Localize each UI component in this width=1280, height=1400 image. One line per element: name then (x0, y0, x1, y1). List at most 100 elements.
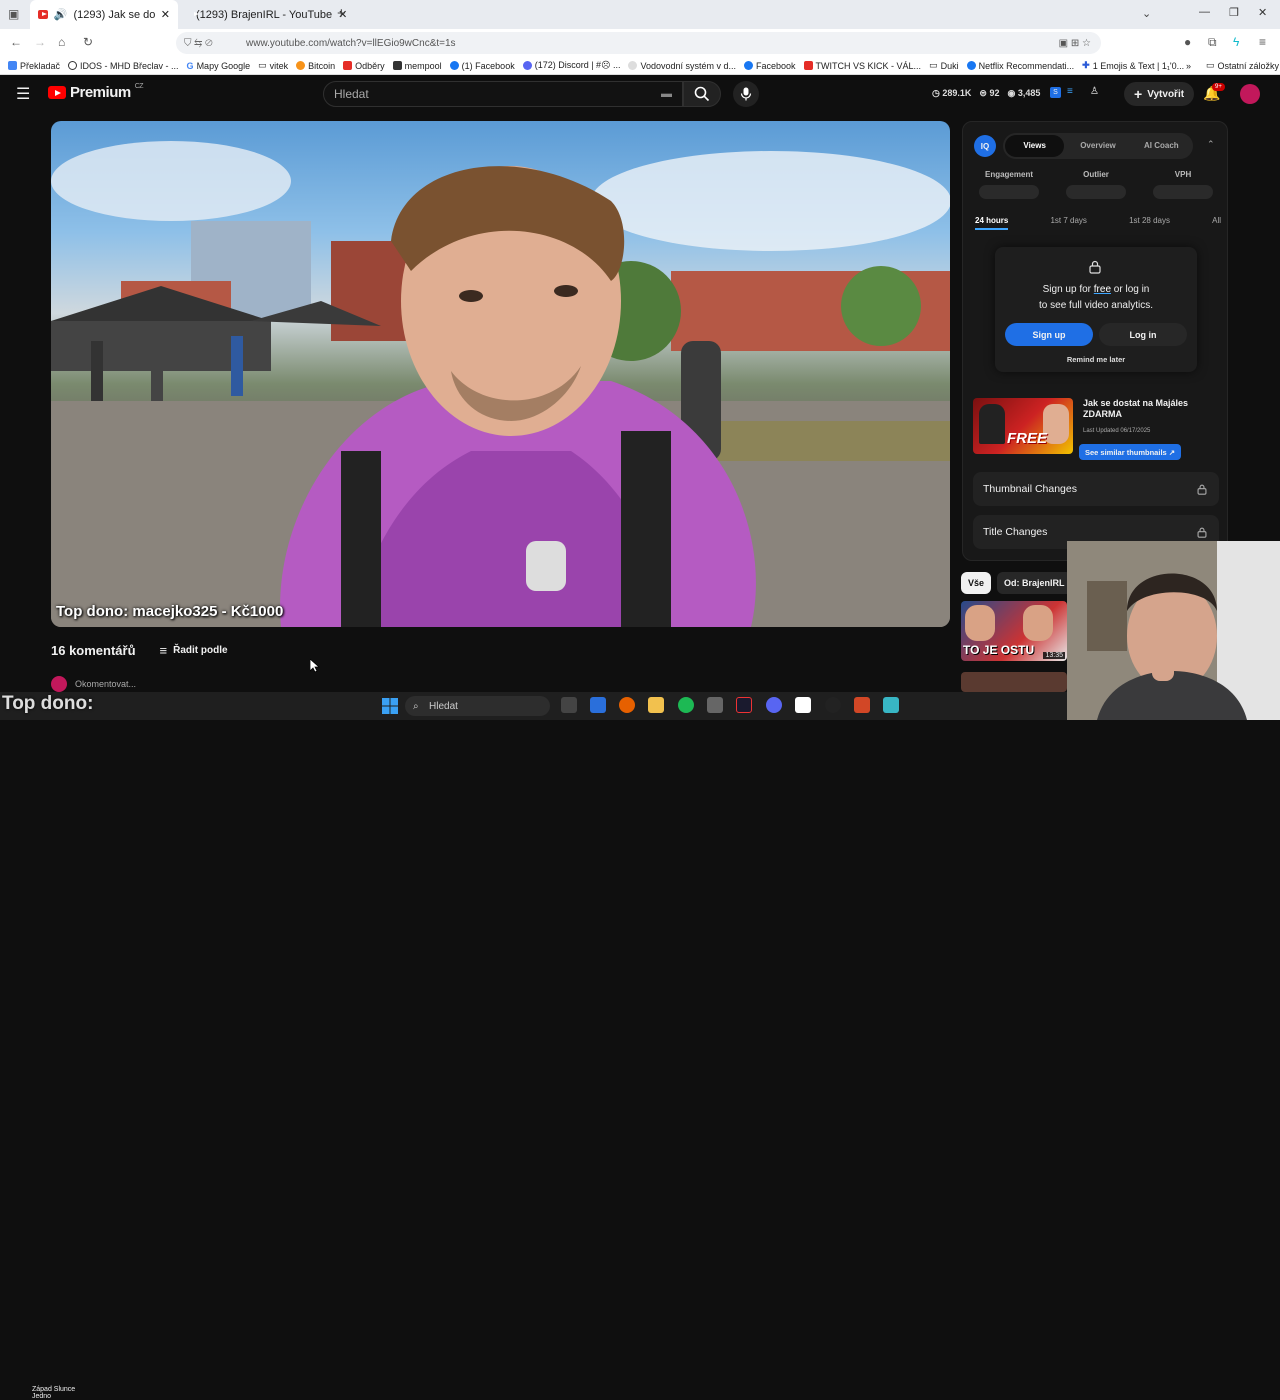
remind-later-link[interactable]: Remind me later (995, 355, 1197, 364)
see-similar-button[interactable]: See similar thumbnails ↗ (1079, 444, 1182, 460)
app-icon[interactable] (825, 697, 841, 713)
recommended-video-thumbnail[interactable] (961, 672, 1067, 692)
folder-icon: ▭ (1206, 60, 1215, 70)
video-frame-image (51, 141, 950, 627)
bookmark-item[interactable]: Překladač (8, 61, 60, 71)
more-bookmarks-icon[interactable]: » (1186, 61, 1191, 71)
app-icon[interactable] (590, 697, 606, 713)
tab-inactive[interactable]: (1293) BrajenIRL - YouTube ✕ (182, 0, 347, 29)
bookmark-item[interactable]: Bitcoin (296, 61, 335, 71)
bookmark-item[interactable]: mempool (392, 61, 442, 71)
bookmark-item[interactable]: Netflix Recommendati... (966, 61, 1074, 71)
search-input[interactable]: Hledat ▬ (323, 81, 683, 107)
bookmark-item[interactable]: G Mapy Google (187, 61, 251, 71)
tab-overview[interactable]: Overview (1068, 135, 1127, 157)
tab-ai-coach[interactable]: AI Coach (1132, 135, 1191, 157)
obs-icon[interactable] (795, 697, 811, 713)
close-window-icon[interactable]: ✕ (1258, 6, 1267, 19)
forward-arrow-icon[interactable]: → (34, 35, 46, 49)
maximize-icon[interactable]: ❐ (1229, 6, 1239, 19)
chip-all[interactable]: Vše (961, 572, 992, 594)
vidiq-logo[interactable]: IQ (974, 135, 996, 157)
list-icon[interactable]: ≡ (1067, 86, 1073, 97)
avatar[interactable] (1240, 84, 1260, 104)
bookmark-item[interactable]: ▭ vitek (258, 60, 288, 71)
video-thumbnail[interactable]: FREE (973, 398, 1073, 454)
bookmark-item[interactable]: IDOS - MHD Břeclav - ... (68, 61, 179, 71)
app-icon[interactable] (736, 697, 752, 713)
signup-prompt: Sign up for free or log in to see full v… (995, 247, 1197, 372)
range-7-days[interactable]: 1st 7 days (1050, 216, 1086, 230)
create-button[interactable]: + Vytvořit (1124, 82, 1195, 106)
bookmark-star-icon[interactable]: ▣ ⊞ ☆ (1059, 38, 1091, 49)
login-button[interactable]: Log in (1099, 323, 1187, 346)
reload-icon[interactable]: ↻ (83, 35, 93, 49)
bookmark-item[interactable]: Vodovodní systém v d... (628, 61, 736, 71)
discord-icon[interactable] (766, 697, 782, 713)
other-bookmarks[interactable]: ▭ Ostatní záložky (1206, 60, 1279, 71)
extension-icon[interactable]: ● (1184, 35, 1191, 49)
tab-overview-icon[interactable]: ▣ (8, 7, 19, 21)
voice-search-button[interactable] (733, 81, 759, 107)
range-28-days[interactable]: 1st 28 days (1129, 216, 1170, 230)
chip-from-channel[interactable]: Od: BrajenIRL (997, 572, 1072, 594)
new-tab-button[interactable]: + (337, 5, 346, 22)
thumbnail-info: FREE Jak se dostat na Majáles ZDARMA Las… (973, 398, 1221, 460)
puzzle-icon[interactable]: ⧉ (1208, 35, 1217, 50)
calculator-icon[interactable] (707, 697, 723, 713)
discord-icon (522, 61, 532, 70)
back-arrow-icon[interactable]: ← (10, 35, 22, 49)
bookmark-item[interactable]: (1) Facebook (449, 61, 515, 71)
tab-active[interactable]: 🔊 (1293) Jak se dostat na Maj ✕ (30, 0, 178, 29)
video-player[interactable]: Top dono: macejko325 - Kč1000 (51, 121, 950, 627)
range-all[interactable]: All (1212, 216, 1221, 230)
video-stats: ◷ 289.1K ⊜ 92 ◉ 3,485 (932, 88, 1040, 99)
vidiq-extension-icon[interactable]: S (1050, 87, 1061, 98)
youtube-premium-logo[interactable]: Premium CZ (48, 83, 144, 101)
bookmark-item[interactable]: Facebook (744, 61, 796, 71)
hamburger-menu-icon[interactable]: ☰ (16, 84, 30, 104)
comment-input[interactable]: Okomentovat... (75, 679, 136, 689)
url-field[interactable]: ⛉ ⇆ ⊘ www.youtube.com/watch?v=llEGio9wCn… (176, 32, 1101, 54)
facebook-icon (966, 61, 976, 70)
weather-widget[interactable]: Západ Slunce Jedno (32, 1386, 75, 1400)
metric-engagement: Engagement (973, 170, 1045, 199)
spotify-icon[interactable] (678, 697, 694, 713)
task-view-icon[interactable] (561, 697, 577, 713)
minimize-icon[interactable]: — (1199, 6, 1210, 18)
tab-views[interactable]: Views (1005, 135, 1065, 157)
bookmark-item[interactable]: (172) Discord | #☹ ... (522, 60, 620, 71)
shield-icon[interactable]: ⛉ ⇆ ⊘ (184, 38, 213, 49)
home-icon[interactable]: ⌂ (58, 35, 65, 49)
taskbar-search-input[interactable]: ⌕ Hledat (405, 696, 550, 716)
facebook-icon (449, 61, 459, 70)
menu-icon[interactable]: ≡ (1259, 35, 1266, 49)
tab-title: (1293) Jak se dostat na Maj (73, 8, 155, 21)
bookmark-item[interactable]: TWITCH VS KICK - VÁL... (803, 61, 921, 71)
firefox-icon[interactable] (619, 697, 635, 713)
thumbnail-changes-row[interactable]: Thumbnail Changes (973, 472, 1219, 506)
webcam-image (1067, 541, 1280, 720)
lock-icon (1089, 260, 1101, 274)
range-24-hours[interactable]: 24 hours (975, 216, 1009, 230)
bookmark-item[interactable]: Odběry (343, 61, 385, 71)
extension-2-icon[interactable]: ϟ (1233, 35, 1239, 49)
file-explorer-icon[interactable] (648, 697, 664, 713)
close-tab-icon[interactable]: ✕ (161, 8, 170, 21)
signup-button[interactable]: Sign up (1005, 323, 1093, 346)
notepad-icon[interactable] (883, 697, 899, 713)
comment-avatar (51, 676, 67, 692)
powerpoint-icon[interactable] (854, 697, 870, 713)
recommended-video-thumbnail[interactable]: TO JE OSTU 13:35 (961, 601, 1067, 661)
speaker-icon[interactable]: 🔊 (54, 8, 68, 21)
sort-comments-button[interactable]: ≡ Řadit podle (160, 643, 228, 658)
bookmark-item[interactable]: ✚ 1 Emojis & Text | 1₁'0... (1082, 60, 1184, 71)
bitcoin-icon (296, 61, 306, 70)
windows-start-icon[interactable] (382, 698, 398, 714)
collapse-chevron-up-icon[interactable]: ⌃ (1207, 139, 1215, 150)
tab-list-chevron-down-icon[interactable]: ⌄ (1142, 7, 1151, 20)
keyboard-icon[interactable]: ▬ (661, 88, 672, 100)
award-icon[interactable]: ♙ (1090, 86, 1099, 97)
search-button[interactable] (683, 81, 721, 107)
bookmark-item[interactable]: ▭ Duki (929, 60, 959, 71)
